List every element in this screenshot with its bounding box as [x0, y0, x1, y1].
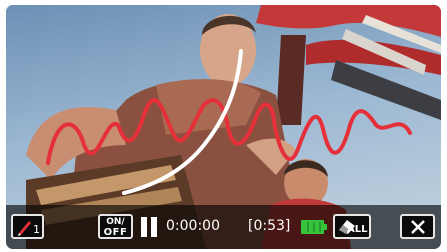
- playback-control-bar: 1 ON/ OFF 0:00:00 [0:53] ALL: [6, 205, 441, 249]
- playback-screen: 1 ON/ OFF 0:00:00 [0:53] ALL: [6, 5, 441, 249]
- close-icon: [411, 220, 425, 234]
- onoff-label-on: ON/: [106, 217, 125, 227]
- clear-all-button[interactable]: ALL: [333, 214, 371, 239]
- battery-icon: [301, 220, 327, 234]
- pen-icon: [18, 221, 31, 236]
- remaining-time: [0:53]: [248, 218, 291, 234]
- pen-button[interactable]: 1: [11, 214, 44, 239]
- close-button[interactable]: [400, 214, 435, 239]
- onoff-label-off: OFF: [103, 227, 128, 238]
- pause-icon[interactable]: [141, 217, 158, 237]
- ride-dark-beam: [276, 35, 306, 125]
- elapsed-time: 0:00:00: [166, 218, 220, 234]
- clear-all-label: ALL: [347, 224, 368, 235]
- onoff-button[interactable]: ON/ OFF: [98, 214, 133, 239]
- pen-count: 1: [33, 223, 40, 236]
